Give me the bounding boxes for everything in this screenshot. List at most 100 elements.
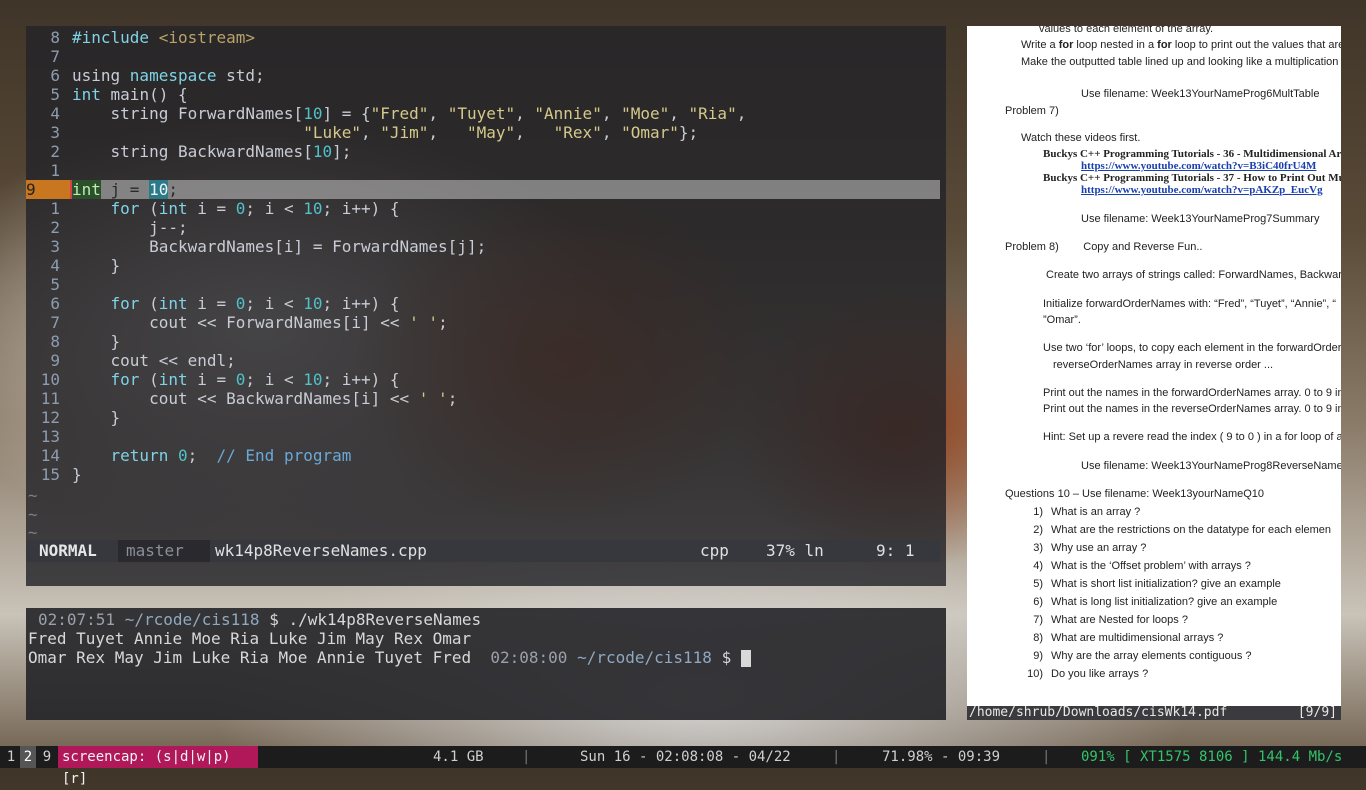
pdf-heading: Problem 7) (1005, 105, 1059, 117)
code-text: BackwardNames[i] = ForwardNames[j]; (72, 237, 487, 256)
pdf-viewer-window[interactable]: values to each element of the array. Wri… (967, 26, 1341, 720)
question-item: 2) What are the restrictions on the datat… (1005, 523, 1331, 537)
question-number: 6) (1033, 596, 1043, 608)
file-type: cpp (700, 541, 729, 560)
cursor-line-code: int j = 10; (72, 180, 178, 199)
terminal-cursor[interactable] (740, 650, 751, 667)
question-item: 5) What is short list initialization? giv… (1005, 577, 1281, 591)
question-text: What are multidimensional arrays ? (1051, 632, 1224, 644)
highlighted-int: int (72, 180, 101, 199)
pdf-text: Make the outputted table lined up and lo… (1021, 56, 1339, 68)
code-line[interactable]: 1 for (int i = 0; i < 10; i++) { (26, 199, 940, 218)
code-line[interactable]: 3 BackwardNames[i] = ForwardNames[j]; (26, 237, 940, 256)
pdf-text: Write a for loop nested in a for loop to… (1021, 39, 1341, 51)
code-line[interactable]: 8 #include <iostream> (26, 28, 940, 47)
question-text: What is short list initialization? give … (1051, 578, 1281, 590)
code-line[interactable]: 5 (26, 275, 940, 294)
question-number: 3) (1033, 542, 1043, 554)
line-number: 12 (40, 408, 60, 427)
code-line[interactable]: 5 int main() { (26, 85, 940, 104)
line-number: 7 (50, 47, 60, 66)
line-number: 5 (50, 85, 60, 104)
code-text: using namespace std; (72, 66, 265, 85)
date-time: Sun 16 - 02:08:08 - 04/22 (580, 749, 791, 765)
question-number: 10) (1027, 668, 1043, 680)
line-number: 3 (50, 123, 60, 142)
code-line[interactable]: 14 return 0; // End program (26, 446, 940, 465)
question-item: 4) What is the ‘Offset problem’ with arra… (1005, 559, 1251, 573)
code-text: string BackwardNames[10]; (72, 142, 352, 161)
workspace-9[interactable]: 9 (40, 746, 54, 768)
question-number: 2) (1033, 524, 1043, 536)
mode-indicator: NORMAL (39, 541, 97, 560)
pdf-video-link[interactable]: https://www.youtube.com/watch?v=pAKZp_Eu… (1081, 183, 1323, 197)
question-item: 3) Why use an array ? (1005, 541, 1146, 555)
code-line[interactable]: 4 string ForwardNames[10] = {"Fred", "Tu… (26, 104, 940, 123)
scroll-percent: 37% ln (766, 541, 824, 560)
pdf-heading: Problem 8) Copy and Reverse Fun.. (1005, 241, 1203, 253)
code-line[interactable]: 13 (26, 427, 940, 446)
code-line[interactable]: 8 } (26, 332, 940, 351)
terminal-window[interactable]: 02:07:51 ~/rcode/cis118 $ ./wk14p8Revers… (26, 608, 946, 720)
workspace-1[interactable]: 1 (4, 746, 18, 768)
pdf-statusbar: /home/shrub/Downloads/cisWk14.pdf [9/9] (967, 706, 1341, 720)
code-line[interactable]: 9 cout << endl; (26, 351, 940, 370)
pdf-text: Watch these videos first. (1021, 132, 1141, 144)
line-number: 15 (40, 465, 60, 484)
code-line[interactable]: 10 for (int i = 0; i < 10; i++) { (26, 370, 940, 389)
code-line[interactable]: 3 "Luke", "Jim", "May", "Rex", "Omar"}; (26, 123, 940, 142)
code-line[interactable]: 6 using namespace std; (26, 66, 940, 85)
line-number: 13 (40, 427, 60, 446)
question-text: What is long list initialization? give a… (1051, 596, 1278, 608)
vim-statusline: NORMAL master wk14p8ReverseNames.cpp cpp… (26, 540, 940, 562)
question-number: 8) (1033, 632, 1043, 644)
pdf-page-indicator: [9/9] (1297, 705, 1337, 720)
pdf-text: Use two ‘for’ loops, to copy each elemen… (1043, 342, 1341, 354)
pdf-text: Print out the names in the forwardOrderN… (1043, 387, 1341, 399)
question-text: What is an array ? (1051, 506, 1141, 518)
cursor-line: 9 int j = 10; (26, 180, 940, 199)
pdf-file-path: /home/shrub/Downloads/cisWk14.pdf (969, 705, 1228, 720)
pdf-text: Use filename: Week13YourNameProg8Reverse… (1081, 460, 1341, 472)
code-text: for (int i = 0; i < 10; i++) { (110, 199, 400, 218)
vim-editor-window[interactable]: 8 #include <iostream> 7 6 using namespace st… (26, 26, 946, 586)
code-line[interactable]: 7 (26, 47, 940, 66)
line-number: 14 (40, 446, 60, 465)
workspace-2-active[interactable]: 2 (20, 746, 36, 768)
separator: | (1042, 749, 1051, 765)
question-text: Why use an array ? (1051, 542, 1147, 554)
question-text: What are the restrictions on the datatyp… (1051, 524, 1332, 536)
line-number: 6 (50, 66, 60, 85)
code-line[interactable]: 6 for (int i = 0; i < 10; i++) { (26, 294, 940, 313)
pdf-text: Hint: Set up a revere read the index ( 9… (1043, 431, 1341, 443)
code-line[interactable]: 12 } (26, 408, 940, 427)
line-number: 10 (40, 370, 60, 389)
question-text: What is the ‘Offset problem’ with arrays… (1051, 560, 1251, 572)
separator: | (522, 749, 531, 765)
output-line-2: Omar Rex May Jim Luke Ria Moe Annie Tuye… (28, 648, 751, 667)
code-text: int main() { (72, 85, 188, 104)
code-line[interactable]: 7 cout << ForwardNames[i] << ' '; (26, 313, 940, 332)
code-text: cout << endl; (72, 351, 236, 370)
output-line-1: Fred Tuyet Annie Moe Ria Luke Jim May Re… (28, 629, 472, 648)
line-number: 1 (50, 199, 60, 218)
code-line[interactable]: 2 string BackwardNames[10]; (26, 142, 940, 161)
code-line[interactable]: 15} (26, 465, 940, 484)
question-number: 9) (1033, 650, 1043, 662)
pdf-text: Use filename: Week13YourNameProg7Summary (1081, 213, 1320, 225)
code-line[interactable]: 1 (26, 161, 940, 180)
code-line[interactable]: 11 cout << BackwardNames[i] << ' '; (26, 389, 940, 408)
pdf-text: ”Omar”. (1043, 314, 1081, 326)
code-text: for (int i = 0; i < 10; i++) { (110, 294, 400, 313)
git-branch: master (118, 540, 210, 562)
pdf-text: reverseOrderNames array in reverse order… (1053, 359, 1274, 371)
code-line[interactable]: 2 j--; (26, 218, 940, 237)
separator: | (832, 749, 841, 765)
screencap-mode: screencap: (s|d|w|p) [r] (58, 746, 258, 787)
code-text: string ForwardNames[10] = {"Fred", "Tuye… (72, 104, 747, 123)
code-text: for (int i = 0; i < 10; i++) { (110, 370, 400, 389)
code-text: #include <iostream> (72, 28, 256, 47)
question-item: 1) What is an array ? (1005, 505, 1140, 519)
line-number: 8 (50, 332, 60, 351)
code-line[interactable]: 4 } (26, 256, 940, 275)
